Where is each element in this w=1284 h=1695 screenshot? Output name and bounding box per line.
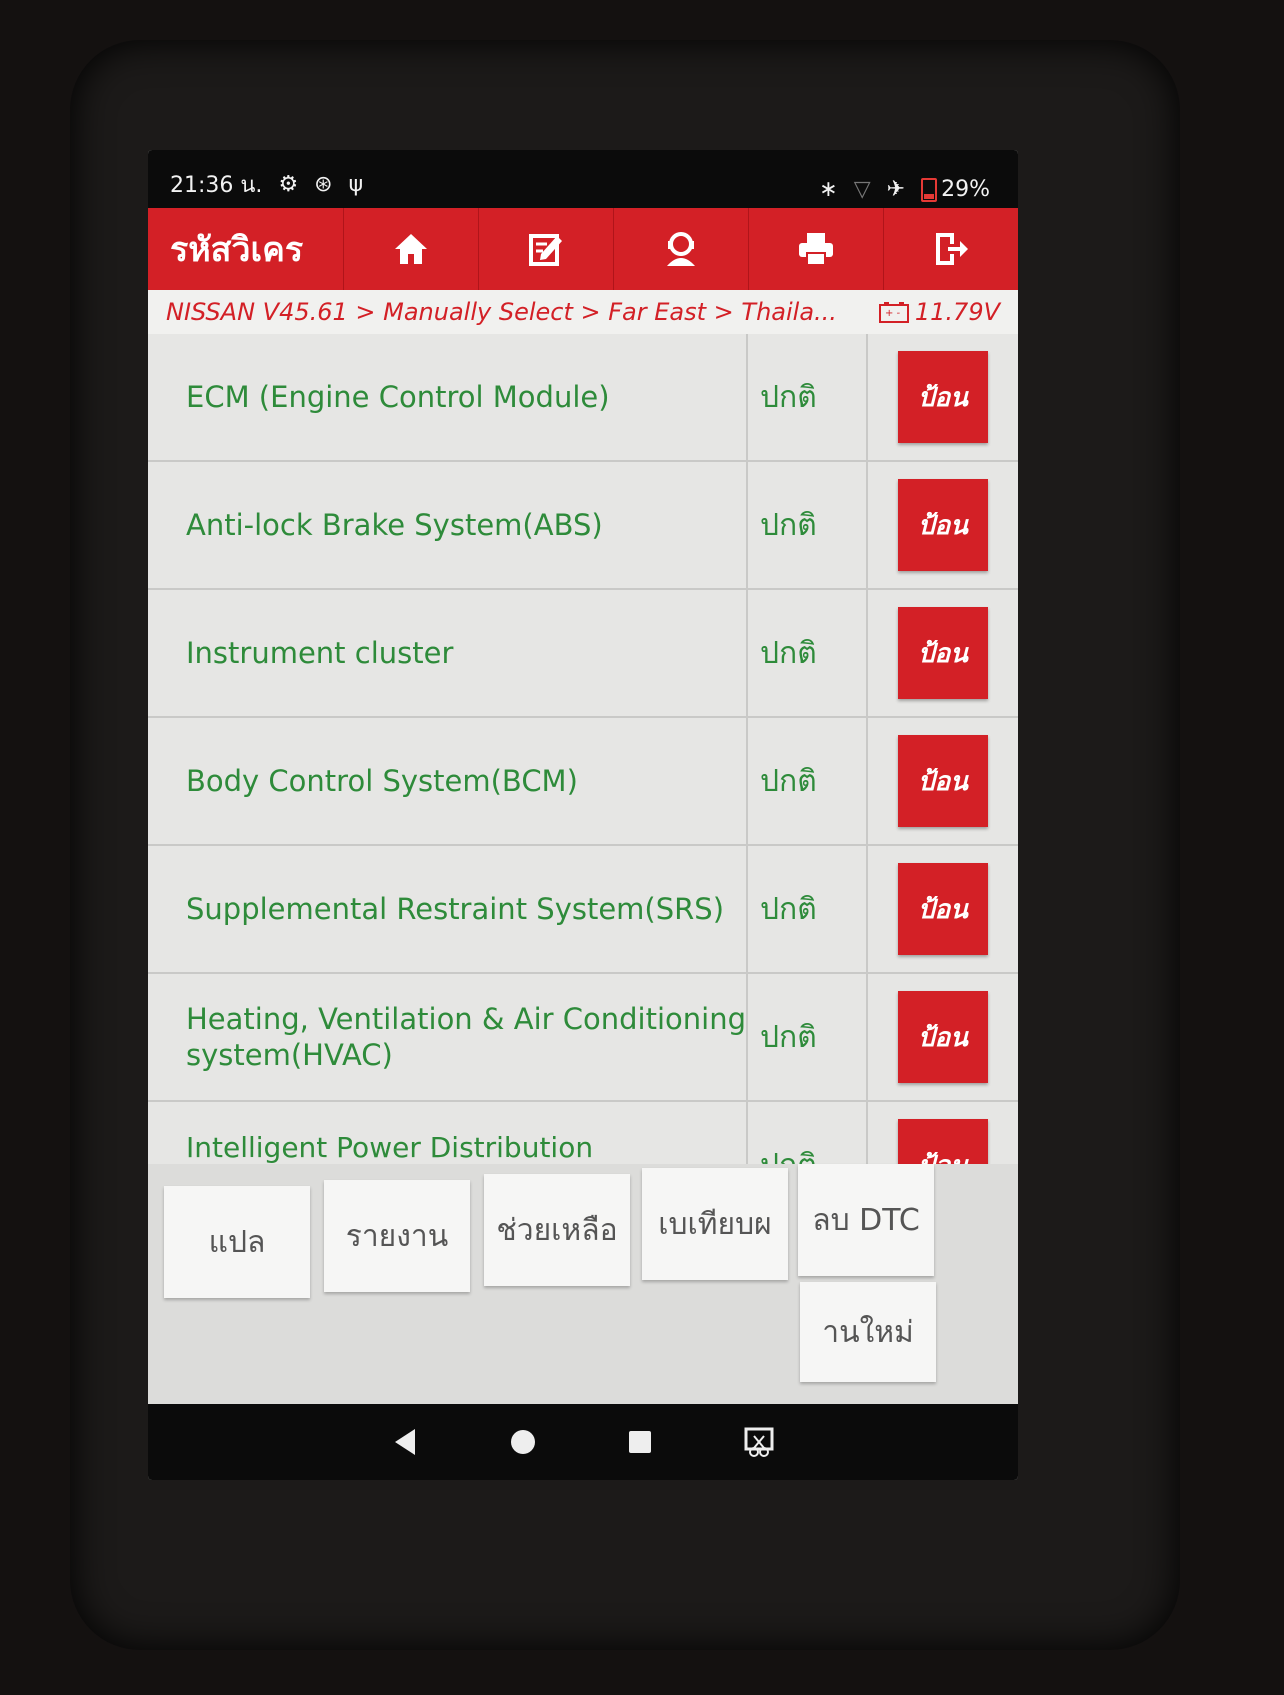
status-time: 21:36 น.: [170, 173, 263, 198]
system-status: ปกติ: [748, 1102, 868, 1164]
rescan-button[interactable]: านใหม่: [800, 1282, 936, 1382]
exit-button[interactable]: [883, 208, 1018, 290]
wifi-icon: ▽: [853, 177, 871, 202]
status-bar: 21:36 น. ⚙ ⊛ ψ ∗ ▽ ✈ 29%: [148, 150, 1018, 208]
system-name: Anti-lock Brake System(ABS): [148, 462, 748, 588]
system-row: Supplemental Restraint System(SRS) ปกติ …: [148, 846, 1018, 974]
system-status: ปกติ: [748, 590, 868, 716]
airplane-icon: ✈: [886, 177, 906, 202]
page-title: รหัสวิเคร: [170, 230, 304, 270]
exit-icon: [936, 233, 968, 265]
bluetooth-status-icon: ⊛: [314, 172, 333, 197]
system-row: Intelligent Power Distribution Unit(IPDU…: [148, 1102, 1018, 1164]
enter-button[interactable]: ป้อน: [898, 479, 988, 571]
clear-dtc-button[interactable]: ลบ DTC: [798, 1164, 934, 1276]
enter-button[interactable]: ป้อน: [898, 607, 988, 699]
system-row: Body Control System(BCM) ปกติ ป้อน: [148, 718, 1018, 846]
print-icon: [799, 233, 833, 266]
edit-button[interactable]: [478, 208, 613, 290]
help-button[interactable]: ช่วยเหลือ: [484, 1174, 630, 1286]
enter-button[interactable]: ป้อน: [898, 991, 988, 1083]
system-row: Anti-lock Brake System(ABS) ปกติ ป้อน: [148, 462, 1018, 590]
system-status: ปกติ: [748, 334, 868, 460]
edit-icon: [529, 234, 562, 266]
top-toolbar: รหัสวิเคร: [148, 208, 1018, 290]
system-name: Heating, Ventilation & Air Conditioning …: [148, 974, 748, 1100]
translate-button[interactable]: แปล: [164, 1186, 310, 1298]
system-name: ECM (Engine Control Module): [148, 334, 748, 460]
settings-icon: ⚙: [278, 172, 299, 197]
screenshot-icon[interactable]: [743, 1426, 775, 1458]
system-row: Heating, Ventilation & Air Conditioning …: [148, 974, 1018, 1102]
enter-button[interactable]: ป้อน: [898, 863, 988, 955]
bluetooth-icon: ∗: [819, 177, 838, 202]
recents-icon[interactable]: [627, 1429, 653, 1455]
usb-icon: ψ: [348, 172, 364, 197]
enter-button[interactable]: ป้อน: [898, 351, 988, 443]
home-button[interactable]: [343, 208, 478, 290]
system-status: ปกติ: [748, 718, 868, 844]
system-name: Body Control System(BCM): [148, 718, 748, 844]
home-icon: [395, 234, 427, 264]
battery-percent: 29%: [941, 177, 990, 202]
battery-icon: [921, 177, 938, 202]
system-name: Intelligent Power Distribution Unit(IPDU…: [148, 1102, 748, 1164]
system-row: ECM (Engine Control Module) ปกติ ป้อน: [148, 334, 1018, 462]
system-status: ปกติ: [748, 974, 868, 1100]
home-nav-icon[interactable]: [509, 1428, 537, 1456]
battery-indicator: 29%: [921, 177, 990, 202]
support-button[interactable]: [613, 208, 748, 290]
enter-button[interactable]: ป้อน: [898, 735, 988, 827]
report-button[interactable]: รายงาน: [324, 1180, 470, 1292]
back-icon[interactable]: [391, 1427, 419, 1457]
system-status: ปกติ: [748, 462, 868, 588]
device-screen: 21:36 น. ⚙ ⊛ ψ ∗ ▽ ✈ 29% รหัสวิเคร NISSA…: [148, 150, 1018, 1480]
android-nav-bar: [148, 1404, 1018, 1480]
print-button[interactable]: [748, 208, 883, 290]
voltage-value: 11.79V: [914, 298, 1000, 326]
support-icon: [667, 232, 695, 266]
compare-button[interactable]: เบเทียบผ: [642, 1168, 788, 1280]
system-list: ECM (Engine Control Module) ปกติ ป้อน An…: [148, 334, 1018, 1164]
car-battery-icon: + -: [878, 302, 909, 323]
bottom-toolbar: แปล รายงาน ช่วยเหลือ เบเทียบผ ลบ DTC านใ…: [148, 1164, 1018, 1404]
system-status: ปกติ: [748, 846, 868, 972]
system-name: Instrument cluster: [148, 590, 748, 716]
breadcrumb-path: NISSAN V45.61 > Manually Select > Far Ea…: [166, 298, 837, 326]
svg-text:+ -: + -: [885, 308, 901, 319]
enter-button[interactable]: ป้อน: [898, 1119, 988, 1164]
breadcrumb: NISSAN V45.61 > Manually Select > Far Ea…: [148, 290, 1018, 334]
system-name: Supplemental Restraint System(SRS): [148, 846, 748, 972]
system-row: Instrument cluster ปกติ ป้อน: [148, 590, 1018, 718]
voltage-indicator: + - 11.79V: [878, 298, 1000, 326]
